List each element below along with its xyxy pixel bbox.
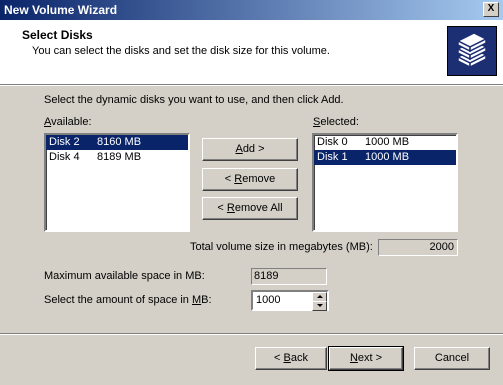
max-space-field: 8189 xyxy=(251,268,327,285)
available-label: Available: xyxy=(44,116,92,128)
window-title: New Volume Wizard xyxy=(4,3,118,17)
remove-all-button[interactable]: < Remove All xyxy=(202,197,298,220)
spin-down-button[interactable] xyxy=(312,301,327,311)
total-size-field: 2000 xyxy=(378,239,458,256)
stacked-disks-icon xyxy=(447,26,497,76)
arrow-down-icon xyxy=(317,304,323,307)
space-amount-stepper[interactable]: 1000 xyxy=(251,290,329,311)
header-divider xyxy=(0,85,503,86)
next-button[interactable]: Next > xyxy=(328,346,404,371)
total-size-value: 2000 xyxy=(429,241,454,253)
list-item[interactable]: Disk 4 8189 MB xyxy=(46,150,188,165)
available-disks-list[interactable]: Disk 2 8160 MB Disk 4 8189 MB xyxy=(44,133,190,232)
add-button[interactable]: Add > xyxy=(202,138,298,161)
list-item[interactable]: Disk 2 8160 MB xyxy=(46,135,188,150)
cancel-button[interactable]: Cancel xyxy=(414,347,490,370)
footer-divider-highlight xyxy=(0,334,503,335)
selected-label: Selected: xyxy=(313,116,359,128)
page-subtitle: You can select the disks and set the dis… xyxy=(32,45,330,57)
instructions-text: Select the dynamic disks you want to use… xyxy=(44,94,344,106)
close-button[interactable]: X xyxy=(483,2,499,17)
new-volume-wizard-window: New Volume Wizard X Select Disks You can… xyxy=(0,0,503,385)
remove-button[interactable]: < Remove xyxy=(202,168,298,191)
page-title: Select Disks xyxy=(22,28,93,42)
space-amount-label: Select the amount of space in MB: xyxy=(44,294,212,306)
spinner-arrows xyxy=(312,292,327,311)
back-button[interactable]: < Back xyxy=(255,347,327,370)
list-item[interactable]: Disk 0 1000 MB xyxy=(314,135,456,150)
list-item[interactable]: Disk 1 1000 MB xyxy=(314,150,456,165)
title-bar[interactable]: New Volume Wizard X xyxy=(0,0,503,20)
total-size-label: Total volume size in megabytes (MB): xyxy=(190,241,373,253)
space-amount-input[interactable]: 1000 xyxy=(256,294,280,306)
arrow-up-icon xyxy=(317,295,323,298)
max-space-label: Maximum available space in MB: xyxy=(44,270,205,282)
max-space-value: 8189 xyxy=(254,270,279,282)
selected-disks-list[interactable]: Disk 0 1000 MB Disk 1 1000 MB xyxy=(312,133,458,232)
wizard-header: Select Disks You can select the disks an… xyxy=(0,20,503,85)
